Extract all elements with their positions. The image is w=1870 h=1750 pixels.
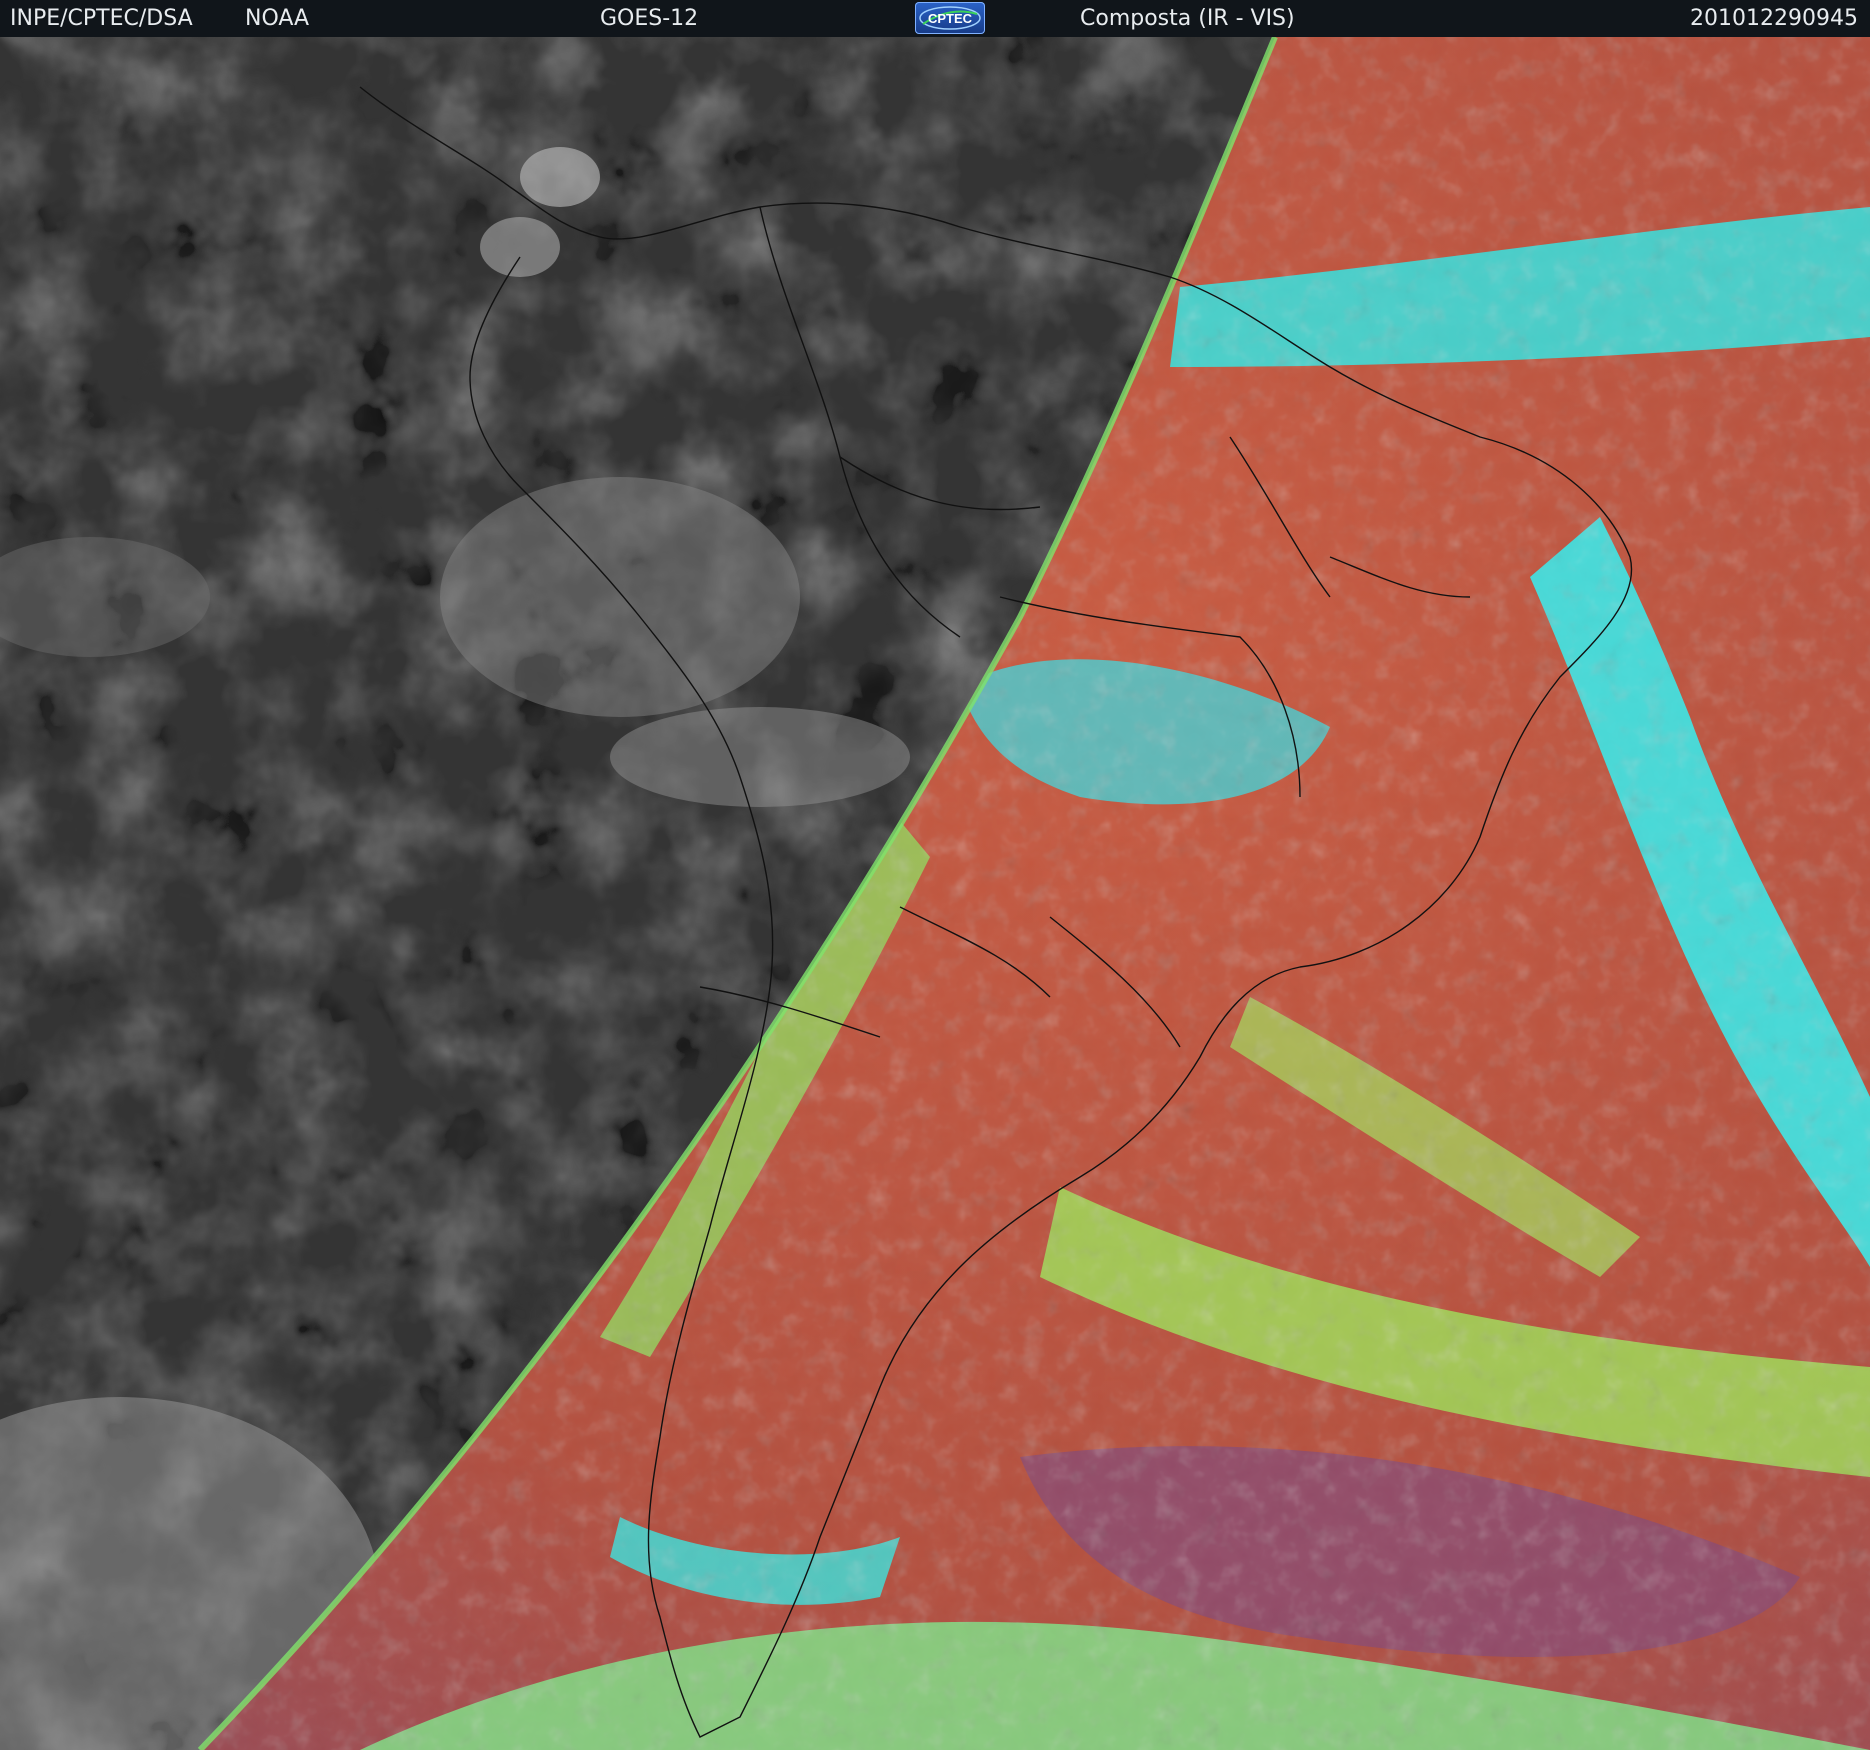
header-organization: INPE/CPTEC/DSA — [10, 6, 193, 31]
header-timestamp: 201012290945 — [1690, 6, 1858, 31]
satellite-composite — [0, 37, 1870, 1750]
header-agency: NOAA — [245, 6, 310, 31]
header-satellite: GOES-12 — [600, 6, 699, 31]
satellite-image — [0, 37, 1870, 1750]
svg-text:CPTEC: CPTEC — [928, 11, 973, 26]
image-header-bar: INPE/CPTEC/DSA NOAA GOES-12 CPTEC Compos… — [0, 0, 1870, 37]
header-product: Composta (IR - VIS) — [1080, 6, 1295, 31]
cptec-logo: CPTEC — [915, 2, 985, 34]
cptec-logo-graphic: CPTEC — [919, 6, 981, 30]
